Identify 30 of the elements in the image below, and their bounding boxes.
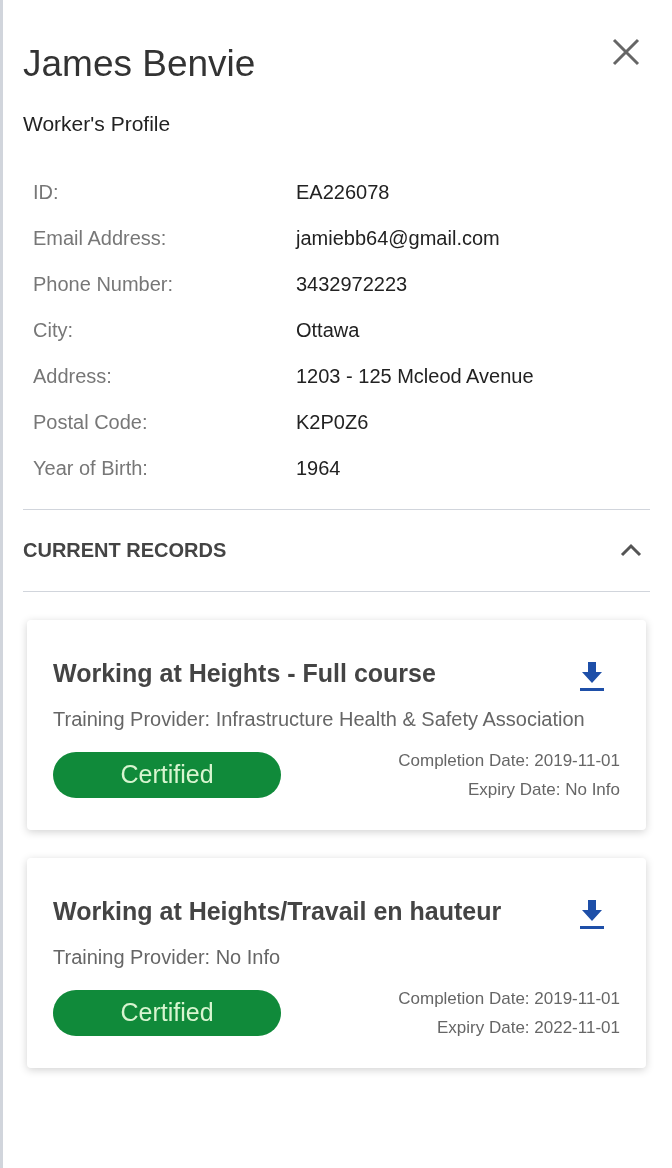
field-label: Year of Birth: <box>33 455 149 481</box>
field-value: jamiebb64@gmail.com <box>296 225 500 251</box>
record-title: Working at Heights/Travail en hauteur <box>53 895 503 927</box>
status-badge: Certified <box>53 751 281 798</box>
expiry-date: Expiry Date: 2022-11-01 <box>437 1016 620 1039</box>
field-label: Postal Code: <box>33 409 149 435</box>
field-label: Address: <box>33 363 113 389</box>
download-icon <box>579 897 605 930</box>
record-title: Working at Heights - Full course <box>53 657 437 689</box>
field-label: Email Address: <box>33 225 168 251</box>
profile-name: James Benvie <box>23 42 256 86</box>
training-provider: Training Provider: No Info <box>53 944 282 970</box>
field-label: ID: <box>33 179 60 205</box>
expiry-date: Expiry Date: No Info <box>467 778 620 801</box>
status-badge: Certified <box>53 989 281 1036</box>
completion-date: Completion Date: 2019-11-01 <box>398 987 620 1010</box>
field-value: K2P0Z6 <box>296 409 369 435</box>
section-title: CURRENT RECORDS <box>23 538 227 563</box>
field-value: 3432972223 <box>296 271 408 297</box>
training-provider: Training Provider: Infrastructure Health & Safety Association <box>53 706 586 732</box>
download-icon <box>579 659 605 692</box>
field-value: EA226078 <box>296 179 390 205</box>
field-value: 1964 <box>296 455 341 481</box>
field-value: 1203 - 125 Mcleod Avenue <box>296 363 534 389</box>
field-label: Phone Number: <box>33 271 175 297</box>
field-label: City: <box>33 317 74 343</box>
field-value: Ottawa <box>296 317 360 343</box>
profile-subtitle: Worker's Profile <box>23 111 172 137</box>
completion-date: Completion Date: 2019-11-01 <box>398 749 620 772</box>
chevron-up-icon <box>619 542 643 558</box>
